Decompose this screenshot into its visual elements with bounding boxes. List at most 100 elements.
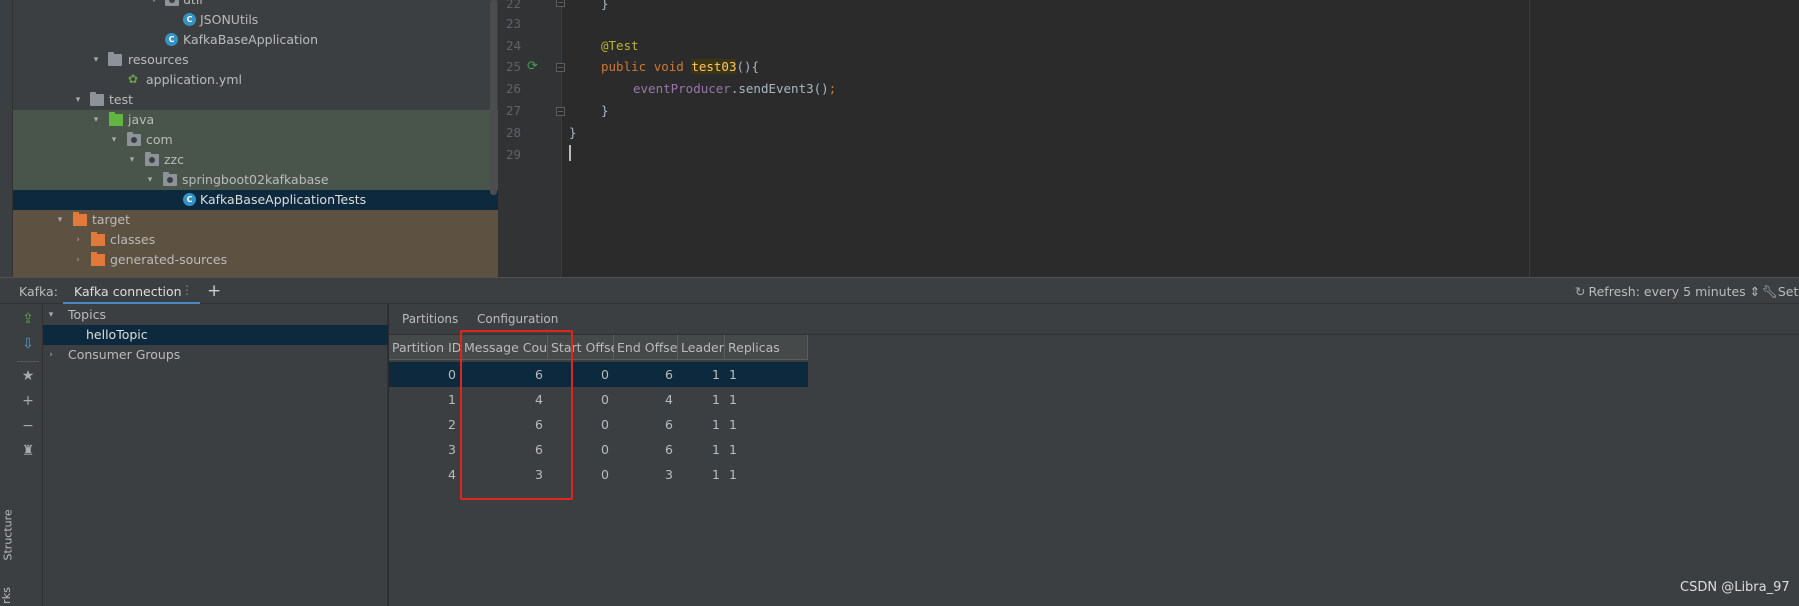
chevron-down-icon[interactable]: ▾ [73,90,83,110]
code-line-28: } [569,123,577,143]
tree-item-kafkabaseapplication[interactable]: C KafkaBaseApplication [13,30,498,50]
code-editor[interactable]: 22 23 24 25 26 27 28 29 ⟳ − − − } @Test … [498,0,1799,277]
package-icon [145,152,159,166]
chevron-right-icon[interactable]: › [73,250,83,270]
cell-start-offset: 0 [601,417,609,432]
cell-message-count: 6 [535,367,543,382]
plus-icon[interactable]: + [19,392,37,410]
cell-replicas: 1 [729,367,737,382]
minus-icon[interactable]: − [19,417,37,435]
chevron-right-icon[interactable]: › [46,345,56,365]
column-header-end-offset[interactable]: End Offset [614,335,682,360]
tab-configuration[interactable]: Configuration [477,312,558,326]
chevron-down-icon[interactable]: ▾ [127,150,137,170]
fold-marker-icon[interactable]: − [556,0,565,7]
chevron-down-icon[interactable]: ▾ [145,170,155,190]
column-header-start-offset[interactable]: Start Offset [548,335,623,360]
cell-partition-id: 4 [448,467,456,482]
cell-partition-id: 1 [448,392,456,407]
tree-item-resources[interactable]: ▾ resources [13,50,498,70]
tree-item-label: java [128,112,155,127]
chevron-down-icon[interactable]: ▾ [109,130,119,150]
cell-end-offset: 6 [665,442,673,457]
tree-item-target[interactable]: ▾ target [13,210,498,230]
table-row[interactable]: 1 4 0 4 1 1 [389,387,808,412]
cell-end-offset: 4 [665,392,673,407]
table-row[interactable]: 2 6 0 6 1 1 [389,412,808,437]
package-icon [163,172,177,186]
tree-item-topics[interactable]: ▾ Topics [43,305,388,325]
tree-item-kafkabaseapplicationtests[interactable]: C KafkaBaseApplicationTests [13,190,498,210]
table-row[interactable]: 0 6 0 6 1 1 [389,362,808,387]
cell-message-count: 6 [535,442,543,457]
tree-item-label: JSONUtils [200,12,259,27]
line-number: 27 [505,103,521,118]
tree-item-label: KafkaBaseApplicationTests [200,192,367,207]
project-tree-scrollbar[interactable] [490,0,497,195]
line-number: 25 [505,59,521,74]
tree-item-label: generated-sources [110,252,228,267]
tree-item-label: test [109,92,134,107]
tree-item-label: classes [110,232,156,247]
cell-leader: 1 [712,417,720,432]
tree-item-springboot02kafkabase[interactable]: ▾ springboot02kafkabase [13,170,498,190]
yml-file-icon: ✿ [128,72,139,86]
run-test-icon[interactable]: ⟳ [527,60,541,74]
table-row[interactable]: 3 6 0 6 1 1 [389,437,808,462]
tree-item-test[interactable]: ▾ test [13,90,498,110]
code-line-22: } [601,0,609,14]
more-options-icon[interactable]: ⋮ [181,283,193,297]
chevron-down-icon[interactable]: ▾ [91,50,101,70]
chevron-down-icon[interactable]: ▾ [91,110,101,130]
refresh-interval-dropdown[interactable]: ↻ Refresh: every 5 minutes ⇕ [1575,284,1760,299]
tree-item-com[interactable]: ▾ com [13,130,498,150]
tree-item-label: target [92,212,131,227]
column-header-replicas[interactable]: Replicas [725,335,808,360]
chevron-down-icon[interactable]: ▾ [46,305,56,325]
refresh-icon: ↻ [1575,284,1586,299]
chevron-down-icon[interactable]: ▾ [149,0,159,10]
tree-item-label: zzc [164,152,184,167]
tree-item-label: helloTopic [86,327,148,342]
tree-item-hellotopic[interactable]: helloTopic [43,325,388,345]
tree-item-zzc[interactable]: ▾ zzc [13,150,498,170]
chevron-right-icon[interactable]: › [73,230,83,250]
bookmarks-tool-tab[interactable]: rks [0,587,13,604]
settings-button[interactable]: 🔧︎Sett [1762,284,1799,300]
column-header-leader[interactable]: Leader [678,335,725,360]
fold-marker-icon[interactable]: − [556,63,565,72]
kafka-label: Kafka: [19,284,58,299]
tree-item-label: com [146,132,173,147]
settings-label: Sett [1777,284,1799,299]
tree-item-generated-sources[interactable]: › generated-sources [13,250,498,270]
add-connection-button[interactable]: + [207,281,221,301]
consume-icon[interactable]: ⇩ [19,335,37,353]
tree-item-jsonutils[interactable]: C JSONUtils [13,10,498,30]
line-number: 24 [505,38,521,53]
tree-item-consumer-groups[interactable]: › Consumer Groups [43,345,388,365]
tree-item-util[interactable]: ▾ util [13,0,498,10]
fold-marker-icon[interactable]: − [556,107,565,116]
table-row[interactable]: 4 3 0 3 1 1 [389,462,808,487]
cell-start-offset: 0 [601,442,609,457]
cell-leader: 1 [712,467,720,482]
tree-item-application-yml[interactable]: ✿ application.yml [13,70,498,90]
cell-replicas: 1 [729,392,737,407]
resources-folder-icon [108,52,122,66]
star-icon[interactable]: ★ [19,367,37,385]
column-header-message-count[interactable]: Message Count [461,335,560,360]
chevron-down-icon[interactable]: ▾ [55,210,65,230]
tree-item-classes[interactable]: › classes [13,230,498,250]
produce-icon[interactable]: ⇪ [19,310,37,328]
column-header-partition-id[interactable]: Partition ID [389,335,461,360]
tab-kafka-connection[interactable]: Kafka connection ⋮ [63,278,200,305]
code-line-25: public void test03(){ [601,57,759,77]
details-tabs: Partitions Configuration [389,304,1799,335]
tab-partitions[interactable]: Partitions [402,312,458,326]
tree-item-partial [13,270,498,277]
tree-item-java[interactable]: ▾ java [13,110,498,130]
clean-icon[interactable]: ♜ [19,442,37,460]
code-token: (){ [736,59,760,74]
kafka-toolwindow-header: Kafka: Kafka connection ⋮ + ↻ Refresh: ev… [0,277,1799,305]
cell-start-offset: 0 [601,392,609,407]
